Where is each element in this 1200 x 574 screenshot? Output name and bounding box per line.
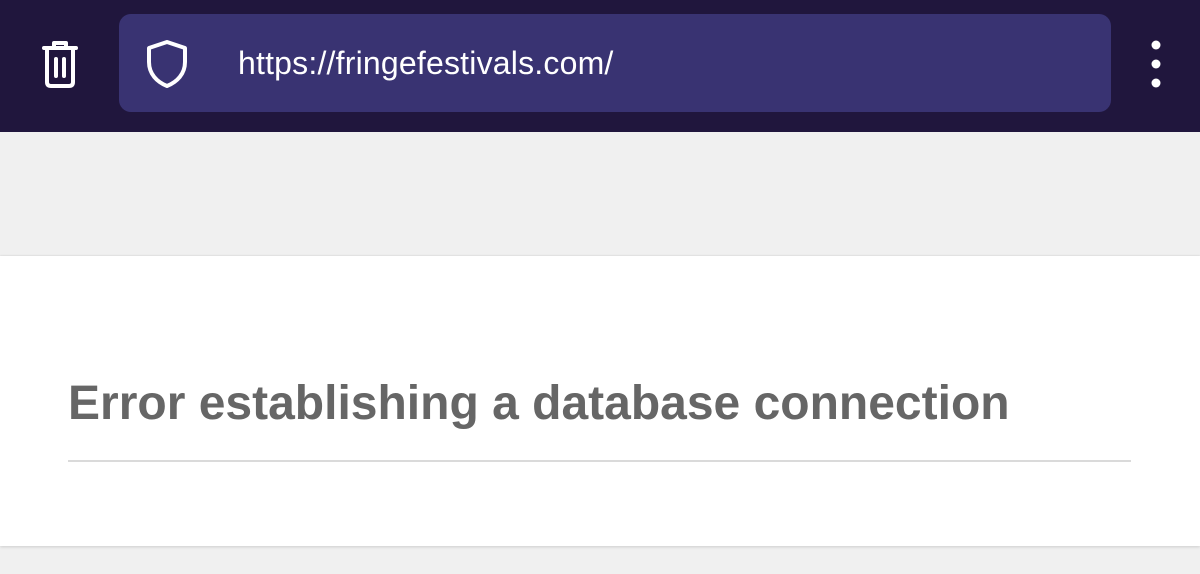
kebab-menu-icon (1151, 40, 1161, 88)
url-text[interactable]: https://fringefestivals.com/ (238, 14, 614, 112)
error-card: Error establishing a database connection (0, 256, 1200, 546)
divider (68, 460, 1131, 462)
error-heading: Error establishing a database connection (68, 377, 1010, 430)
trash-icon (42, 41, 78, 88)
menu-button[interactable] (1134, 34, 1178, 94)
url-bar[interactable]: https://fringefestivals.com/ (119, 14, 1111, 112)
delete-data-button[interactable] (30, 34, 90, 94)
shield-icon (147, 40, 187, 88)
tracking-protection-button[interactable] (141, 38, 193, 90)
browser-toolbar: https://fringefestivals.com/ (0, 0, 1200, 132)
